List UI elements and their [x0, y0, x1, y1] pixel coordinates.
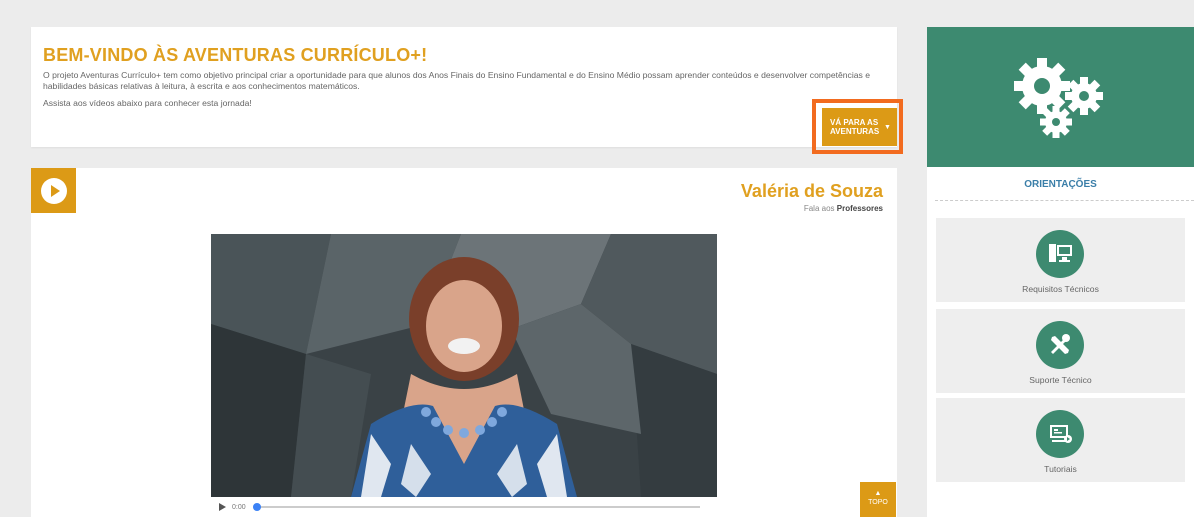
welcome-panel: BEM-VINDO ÀS AVENTURAS CURRÍCULO+! O pro…: [31, 27, 897, 147]
sidebar-item-label: Requisitos Técnicos: [1022, 284, 1099, 294]
divider: [935, 200, 1194, 201]
sidebar: ORIENTAÇÕES Requisitos Técnicos Suporte …: [927, 27, 1194, 497]
video-panel: Valéria de Souza Fala aos Professores 0:…: [31, 168, 897, 517]
orientations-heading: ORIENTAÇÕES: [1024, 179, 1097, 190]
sidebar-item-label: Tutoriais: [1044, 464, 1077, 474]
welcome-title: BEM-VINDO ÀS AVENTURAS CURRÍCULO+!: [43, 45, 428, 65]
go-to-adventures-button[interactable]: VÁ PARA AS AVENTURAS ▼: [822, 108, 897, 146]
video-progress-track[interactable]: [252, 503, 700, 511]
video-time: 0:00: [232, 503, 246, 511]
subtitle-audience: Professores: [836, 204, 883, 213]
play-icon[interactable]: [219, 503, 226, 511]
back-to-top-button[interactable]: ▲ TOPO: [860, 482, 896, 517]
up-arrow-icon: ▲: [874, 490, 882, 497]
video-controls: 0:00: [211, 497, 717, 517]
tutorial-icon: [1036, 410, 1084, 458]
speaker-name: Valéria de Souza: [740, 181, 883, 201]
welcome-description: O projeto Aventuras Currículo+ tem como …: [43, 70, 871, 91]
sidebar-bottom-panel: [927, 497, 1194, 517]
sidebar-item-tutoriais[interactable]: Tutoriais: [936, 398, 1185, 482]
tools-icon: [1036, 321, 1084, 369]
sidebar-item-label: Suporte Técnico: [1029, 375, 1092, 385]
sidebar-item-suporte-tecnico[interactable]: Suporte Técnico: [936, 309, 1185, 393]
sidebar-item-requisitos-tecnicos[interactable]: Requisitos Técnicos: [936, 218, 1185, 302]
gears-banner: [927, 27, 1194, 167]
computer-icon: [1036, 230, 1084, 278]
play-badge-icon[interactable]: [31, 168, 76, 213]
speaker-subtitle: Fala aos Professores: [741, 204, 883, 213]
go-to-adventures-label: VÁ PARA AS AVENTURAS: [830, 118, 880, 136]
subtitle-prefix: Fala aos: [803, 204, 835, 213]
speaker-info: Valéria de Souza Fala aos Professores: [741, 181, 883, 213]
video-player[interactable]: [211, 234, 717, 497]
video-progress-knob[interactable]: [252, 503, 261, 511]
welcome-hint: Assista aos vídeos abaixo para conhecer …: [43, 98, 252, 108]
gears-icon: [1013, 58, 1103, 138]
video-frame: [211, 234, 717, 497]
chevron-down-icon: ▼: [884, 123, 891, 131]
back-to-top-label: TOPO: [868, 499, 888, 506]
